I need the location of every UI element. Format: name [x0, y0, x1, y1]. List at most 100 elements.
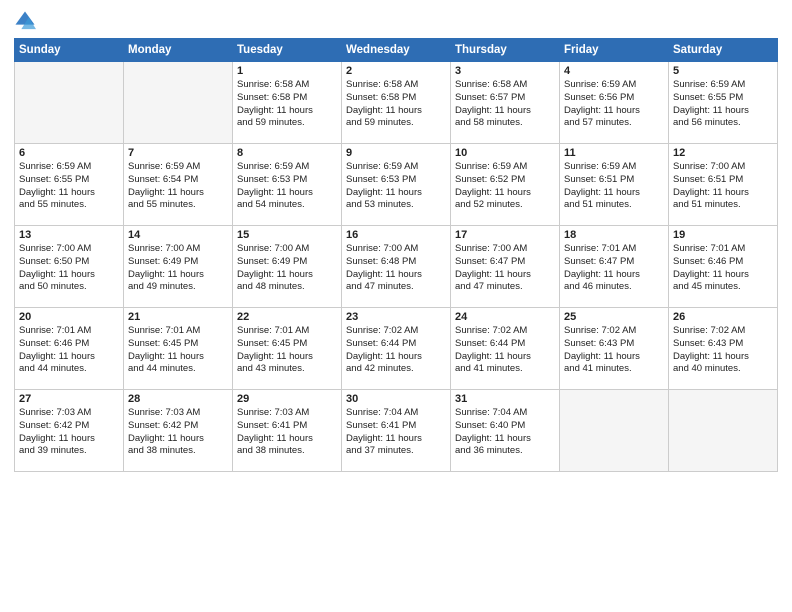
day-number: 17: [455, 229, 555, 241]
sunrise-text: Sunrise: 6:58 AM: [455, 79, 555, 92]
weekday-header-wednesday: Wednesday: [342, 39, 451, 62]
calendar-cell: 31Sunrise: 7:04 AMSunset: 6:40 PMDayligh…: [451, 390, 560, 472]
sunrise-text: Sunrise: 7:01 AM: [237, 325, 337, 338]
sunset-text: Sunset: 6:56 PM: [564, 92, 664, 105]
day-number: 18: [564, 229, 664, 241]
day-number: 8: [237, 147, 337, 159]
day-number: 19: [673, 229, 773, 241]
daylight-minutes-text: and 36 minutes.: [455, 445, 555, 458]
calendar-cell: 22Sunrise: 7:01 AMSunset: 6:45 PMDayligh…: [233, 308, 342, 390]
sunset-text: Sunset: 6:44 PM: [455, 338, 555, 351]
page-container: SundayMondayTuesdayWednesdayThursdayFrid…: [0, 0, 792, 482]
sunrise-text: Sunrise: 7:00 AM: [673, 161, 773, 174]
header: [14, 10, 778, 32]
sunrise-text: Sunrise: 6:59 AM: [673, 79, 773, 92]
day-number: 30: [346, 393, 446, 405]
sunset-text: Sunset: 6:47 PM: [455, 256, 555, 269]
sunrise-text: Sunrise: 6:59 AM: [19, 161, 119, 174]
calendar-week-3: 13Sunrise: 7:00 AMSunset: 6:50 PMDayligh…: [15, 226, 778, 308]
daylight-hours-text: Daylight: 11 hours: [564, 269, 664, 282]
calendar-cell: 8Sunrise: 6:59 AMSunset: 6:53 PMDaylight…: [233, 144, 342, 226]
sunset-text: Sunset: 6:42 PM: [19, 420, 119, 433]
calendar-cell: 17Sunrise: 7:00 AMSunset: 6:47 PMDayligh…: [451, 226, 560, 308]
calendar-week-1: 1Sunrise: 6:58 AMSunset: 6:58 PMDaylight…: [15, 62, 778, 144]
daylight-hours-text: Daylight: 11 hours: [19, 187, 119, 200]
sunrise-text: Sunrise: 7:00 AM: [19, 243, 119, 256]
sunrise-text: Sunrise: 6:58 AM: [237, 79, 337, 92]
sunset-text: Sunset: 6:53 PM: [346, 174, 446, 187]
sunset-text: Sunset: 6:47 PM: [564, 256, 664, 269]
daylight-minutes-text: and 58 minutes.: [455, 117, 555, 130]
day-number: 2: [346, 65, 446, 77]
day-number: 28: [128, 393, 228, 405]
logo-icon: [14, 10, 36, 32]
daylight-minutes-text: and 37 minutes.: [346, 445, 446, 458]
calendar-cell: 18 Sunrise: 7:01 AMSunset: 6:47 PMDayligh…: [560, 226, 669, 308]
daylight-minutes-text: and 45 minutes.: [673, 281, 773, 294]
sunrise-text: Sunrise: 7:00 AM: [455, 243, 555, 256]
daylight-hours-text: Daylight: 11 hours: [128, 433, 228, 446]
daylight-hours-text: Daylight: 11 hours: [346, 433, 446, 446]
sunset-text: Sunset: 6:44 PM: [346, 338, 446, 351]
daylight-hours-text: Daylight: 11 hours: [346, 187, 446, 200]
sunrise-text: Sunrise: 7:01 AM: [564, 243, 664, 256]
sunset-text: Sunset: 6:50 PM: [19, 256, 119, 269]
day-number: 6: [19, 147, 119, 159]
daylight-hours-text: Daylight: 11 hours: [346, 105, 446, 118]
calendar-cell: 16Sunrise: 7:00 AMSunset: 6:48 PMDayligh…: [342, 226, 451, 308]
sunset-text: Sunset: 6:54 PM: [128, 174, 228, 187]
daylight-minutes-text: and 52 minutes.: [455, 199, 555, 212]
daylight-minutes-text: and 47 minutes.: [346, 281, 446, 294]
sunset-text: Sunset: 6:45 PM: [128, 338, 228, 351]
sunrise-text: Sunrise: 6:59 AM: [455, 161, 555, 174]
daylight-hours-text: Daylight: 11 hours: [237, 105, 337, 118]
calendar-cell: 6 Sunrise: 6:59 AMSunset: 6:55 PMDaylight…: [15, 144, 124, 226]
calendar-cell: 29Sunrise: 7:03 AMSunset: 6:41 PMDayligh…: [233, 390, 342, 472]
sunrise-text: Sunrise: 6:59 AM: [564, 161, 664, 174]
sunset-text: Sunset: 6:51 PM: [564, 174, 664, 187]
calendar-cell: 1Sunrise: 6:58 AMSunset: 6:58 PMDaylight…: [233, 62, 342, 144]
calendar-cell: 26Sunrise: 7:02 AMSunset: 6:43 PMDayligh…: [669, 308, 778, 390]
calendar-week-2: 6Sunrise: 6:59 AMSunset: 6:55 PMDaylight…: [15, 144, 778, 226]
sunrise-text: Sunrise: 7:00 AM: [128, 243, 228, 256]
day-number: 25: [564, 311, 664, 323]
daylight-hours-text: Daylight: 11 hours: [673, 187, 773, 200]
daylight-minutes-text: and 55 minutes.: [128, 199, 228, 212]
day-number: 29: [237, 393, 337, 405]
calendar-cell: 11 Sunrise: 6:59 AMSunset: 6:51 PMDayligh…: [560, 144, 669, 226]
sunset-text: Sunset: 6:46 PM: [19, 338, 119, 351]
weekday-header-row: SundayMondayTuesdayWednesdayThursdayFrid…: [15, 39, 778, 62]
weekday-header-sunday: Sunday: [15, 39, 124, 62]
day-number: 1: [237, 65, 337, 77]
sunset-text: Sunset: 6:55 PM: [673, 92, 773, 105]
sunset-text: Sunset: 6:43 PM: [673, 338, 773, 351]
day-number: 16: [346, 229, 446, 241]
daylight-minutes-text: and 49 minutes.: [128, 281, 228, 294]
day-number: 11: [564, 147, 664, 159]
daylight-hours-text: Daylight: 11 hours: [19, 351, 119, 364]
sunset-text: Sunset: 6:45 PM: [237, 338, 337, 351]
sunset-text: Sunset: 6:40 PM: [455, 420, 555, 433]
daylight-minutes-text: and 44 minutes.: [19, 363, 119, 376]
sunset-text: Sunset: 6:48 PM: [346, 256, 446, 269]
sunset-text: Sunset: 6:58 PM: [346, 92, 446, 105]
calendar-cell: [669, 390, 778, 472]
day-number: 20: [19, 311, 119, 323]
daylight-hours-text: Daylight: 11 hours: [673, 269, 773, 282]
calendar-cell: [15, 62, 124, 144]
day-number: 23: [346, 311, 446, 323]
daylight-hours-text: Daylight: 11 hours: [237, 187, 337, 200]
weekday-header-tuesday: Tuesday: [233, 39, 342, 62]
daylight-minutes-text: and 41 minutes.: [564, 363, 664, 376]
daylight-hours-text: Daylight: 11 hours: [346, 351, 446, 364]
calendar-cell: 27Sunrise: 7:03 AMSunset: 6:42 PMDayligh…: [15, 390, 124, 472]
daylight-hours-text: Daylight: 11 hours: [564, 351, 664, 364]
daylight-hours-text: Daylight: 11 hours: [128, 269, 228, 282]
daylight-minutes-text: and 38 minutes.: [128, 445, 228, 458]
calendar-table: SundayMondayTuesdayWednesdayThursdayFrid…: [14, 38, 778, 472]
daylight-hours-text: Daylight: 11 hours: [564, 187, 664, 200]
sunset-text: Sunset: 6:55 PM: [19, 174, 119, 187]
daylight-hours-text: Daylight: 11 hours: [128, 351, 228, 364]
daylight-hours-text: Daylight: 11 hours: [346, 269, 446, 282]
calendar-cell: 14Sunrise: 7:00 AMSunset: 6:49 PMDayligh…: [124, 226, 233, 308]
